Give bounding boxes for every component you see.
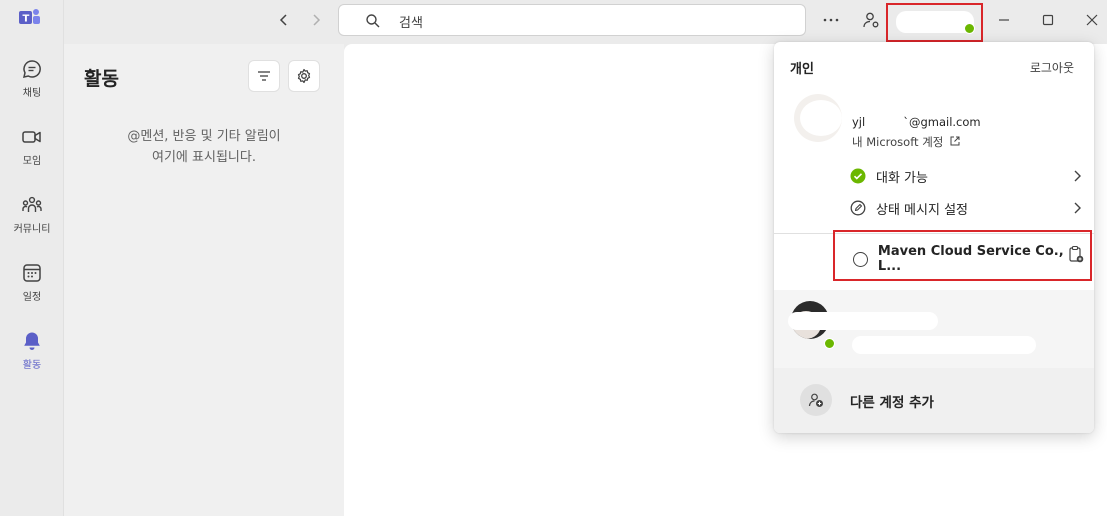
teams-logo-icon: T [19, 8, 41, 28]
minimize-icon [999, 19, 1009, 21]
redacted-email [852, 336, 1036, 354]
community-icon [22, 196, 42, 212]
maximize-button[interactable] [1035, 10, 1061, 30]
bell-icon [24, 332, 40, 350]
gear-icon [297, 68, 311, 84]
microsoft-account-link[interactable]: 내 Microsoft 계정 [852, 134, 960, 150]
organization-row: Maven Cloud Service Co., L... [853, 244, 1090, 274]
filter-button[interactable] [248, 60, 280, 92]
rail-item-label: 채팅 [22, 88, 42, 99]
chevron-right-icon [1074, 202, 1081, 214]
email-prefix: yjl [852, 115, 866, 129]
rail-item-community[interactable]: 커뮤니티 [0, 188, 64, 248]
filter-icon [258, 71, 270, 81]
email-suffix: `@gmail.com [903, 115, 981, 129]
calendar-icon [23, 264, 41, 282]
minimize-button[interactable] [991, 10, 1017, 30]
account-section-header: 개인 [790, 62, 814, 77]
back-button[interactable] [272, 10, 296, 30]
status-selector[interactable]: 대화 가능 [850, 164, 1082, 188]
empty-state-message: @멘션, 반응 및 기타 알림이 여기에 표시됩니다. [94, 126, 314, 168]
clipboard-badge-icon [1069, 245, 1084, 263]
people-settings-button[interactable] [860, 10, 882, 30]
rail-item-label: 모임 [22, 156, 42, 167]
person-gear-icon [863, 12, 879, 28]
app-rail: T 채팅 모임 커뮤니티 일정 활동 [0, 0, 64, 516]
rail-item-chat[interactable]: 채팅 [0, 52, 64, 112]
edit-status-icon [850, 200, 868, 216]
logout-link[interactable]: 로그아웃 [1030, 59, 1074, 76]
status-message-button[interactable]: 상태 메시지 설정 [850, 196, 1082, 220]
add-person-icon [800, 384, 832, 416]
status-label: 대화 가능 [876, 170, 928, 186]
rail-item-label: 일정 [22, 292, 42, 303]
chat-icon [22, 60, 41, 79]
avatar [794, 94, 842, 142]
rail-item-activity[interactable]: 활동 [0, 324, 64, 384]
status-message-label: 상태 메시지 설정 [876, 202, 968, 218]
status-available-icon [850, 168, 868, 184]
search-icon [366, 14, 380, 28]
avatar [896, 11, 974, 33]
chevron-right-icon [1074, 170, 1081, 182]
external-link-icon [950, 136, 960, 146]
profile-avatar-button[interactable] [886, 3, 983, 42]
rail-item-meetings[interactable]: 모임 [0, 120, 64, 180]
account-email: yjl `@gmail.com [852, 115, 981, 129]
redacted-name [788, 312, 938, 330]
other-account-item[interactable] [774, 290, 1094, 368]
close-window-button[interactable] [1079, 10, 1105, 30]
close-icon [1086, 14, 1098, 26]
status-unknown-icon [853, 251, 868, 267]
status-available-badge [964, 23, 975, 34]
more-horizontal-icon [823, 18, 839, 22]
microsoft-account-label: 내 Microsoft 계정 [852, 135, 944, 149]
search-placeholder: 검색 [399, 16, 423, 31]
organization-account-item[interactable]: Maven Cloud Service Co., L... [833, 230, 1092, 281]
forward-button[interactable] [304, 10, 328, 30]
settings-button[interactable] [288, 60, 320, 92]
more-options-button[interactable] [820, 10, 842, 30]
activity-panel: 활동 @멘션, 반응 및 기타 알림이 여기에 표시됩니다. [64, 44, 344, 516]
search-input[interactable]: 검색 [338, 4, 806, 36]
page-title: 활동 [84, 68, 119, 90]
rail-item-calendar[interactable]: 일정 [0, 256, 64, 316]
rail-item-label: 커뮤니티 [13, 224, 51, 235]
empty-state-line: @멘션, 반응 및 기타 알림이 [127, 129, 281, 144]
chevron-left-icon [279, 14, 287, 26]
rail-item-label: 활동 [22, 360, 42, 371]
video-icon [22, 131, 41, 143]
svg-text:T: T [23, 14, 30, 25]
account-menu: 개인 로그아웃 yjl `@gmail.com 내 Microsoft 계정 대화… [774, 42, 1094, 433]
empty-state-line: 여기에 표시됩니다. [152, 150, 256, 165]
add-account-button[interactable]: 다른 계정 추가 [774, 368, 1094, 433]
status-available-badge [824, 338, 835, 349]
organization-name: Maven Cloud Service Co., L... [877, 244, 1064, 274]
chevron-right-icon [313, 14, 321, 26]
maximize-icon [1042, 14, 1054, 26]
add-account-label: 다른 계정 추가 [850, 395, 934, 411]
